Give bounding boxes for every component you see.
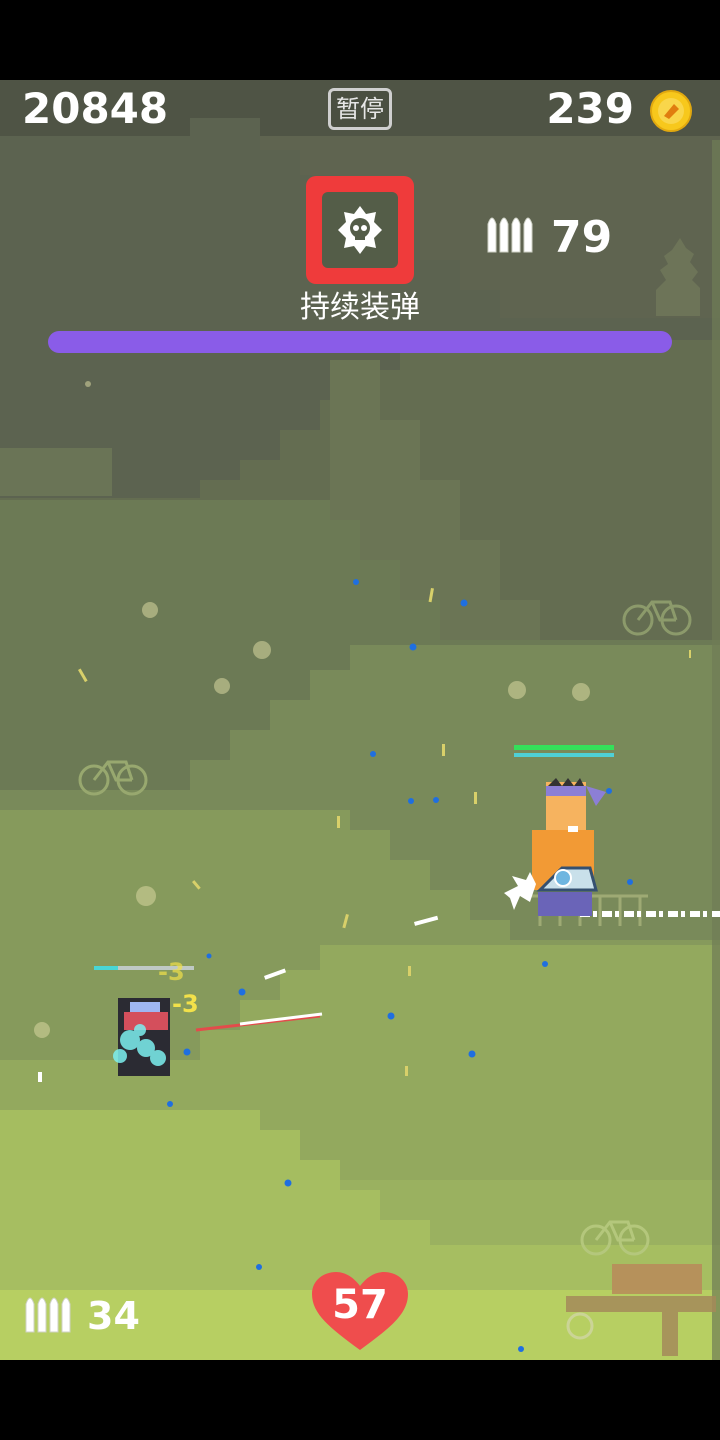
hp-value: 57	[332, 1282, 388, 1328]
score-display: 20848	[22, 84, 169, 133]
bullets-icon	[25, 1297, 71, 1333]
ammo-count: 34	[87, 1294, 140, 1338]
reserve-ammo-count: 79	[551, 212, 613, 263]
bullets-icon	[487, 217, 533, 253]
progress-bar	[48, 331, 672, 353]
skill-label: 持续装弹	[300, 290, 420, 325]
skill-button[interactable]	[306, 176, 414, 284]
game-scene[interactable]: 20848 暂停 239 持续装弹 79 -3 -3 34 57	[0, 0, 720, 1440]
coin-count: 239	[546, 84, 634, 133]
skill-slot	[322, 192, 398, 268]
coin-icon	[650, 90, 692, 132]
skull-badge-icon	[338, 206, 382, 254]
pause-button[interactable]: 暂停	[328, 88, 392, 130]
bush	[0, 448, 112, 496]
damage-number: -3	[172, 990, 199, 1018]
damage-number: -3	[158, 958, 185, 986]
